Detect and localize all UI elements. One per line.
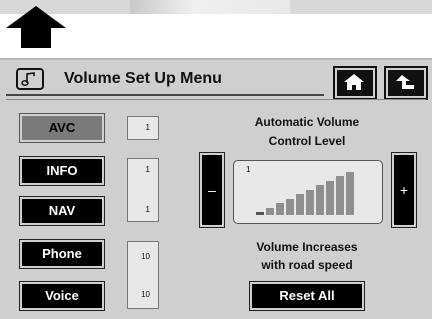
level-bar (256, 212, 264, 215)
phone-button[interactable]: Phone (22, 242, 102, 266)
avc-level-value: 1 (246, 165, 251, 174)
reset-all-button[interactable]: Reset All (252, 284, 362, 308)
increase-button[interactable]: + (394, 155, 414, 225)
phone-value: 10 (141, 252, 150, 261)
up-arrow-icon (6, 6, 66, 48)
music-note-icon (16, 68, 44, 90)
avc-heading-line2: Control Level (268, 134, 346, 148)
avc-value-box: 1 (127, 116, 159, 140)
level-bar (326, 180, 334, 215)
header-underline (6, 99, 426, 100)
level-bar (276, 203, 284, 215)
home-icon (344, 74, 364, 90)
home-button[interactable] (333, 66, 377, 100)
info-nav-value-box: 1 1 (127, 158, 159, 222)
speed-note-line2: with road speed (261, 258, 353, 272)
top-strip-highlight (130, 0, 290, 14)
avc-value: 1 (145, 123, 150, 132)
back-arrow-icon (396, 75, 414, 89)
nav-value: 1 (145, 205, 150, 214)
avc-level-meter: 1 (233, 160, 383, 224)
level-bar (306, 189, 314, 215)
level-bar (336, 176, 344, 215)
level-bar (316, 185, 324, 215)
header-divider (6, 94, 324, 96)
voice-button[interactable]: Voice (22, 284, 102, 308)
avc-button[interactable]: AVC (22, 116, 102, 140)
level-bar (346, 171, 354, 215)
level-bar (286, 198, 294, 215)
info-button[interactable]: INFO (22, 159, 102, 183)
avc-heading-line1: Automatic Volume (254, 115, 360, 129)
level-bar (266, 207, 274, 215)
phone-voice-value-box: 10 10 (127, 241, 159, 309)
page-title: Volume Set Up Menu (64, 70, 222, 87)
back-button[interactable] (384, 66, 428, 100)
level-bar (296, 194, 304, 215)
voice-value: 10 (141, 290, 150, 299)
speed-note-line1: Volume Increases (256, 240, 358, 254)
nav-button[interactable]: NAV (22, 199, 102, 223)
decrease-button[interactable]: – (202, 155, 222, 225)
info-value: 1 (145, 165, 150, 174)
